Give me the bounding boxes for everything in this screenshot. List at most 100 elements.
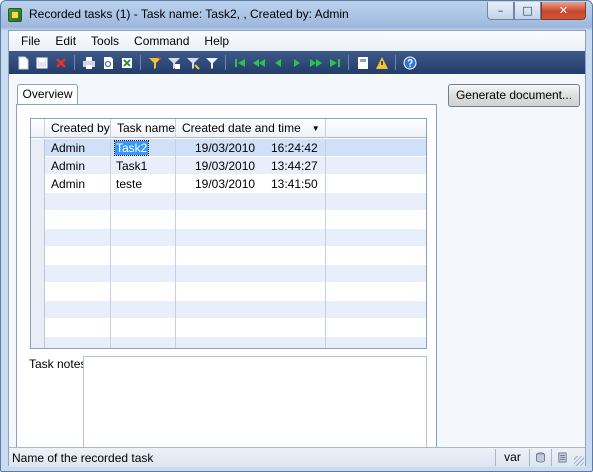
print-icon[interactable] [80,54,97,71]
filter-by-grid-icon[interactable] [165,54,182,71]
empty-cell[interactable] [45,283,111,301]
minimize-button[interactable]: – [487,2,514,20]
empty-cell[interactable] [111,211,176,229]
row-selector[interactable] [31,175,45,193]
cell-task-name[interactable]: Task2 [111,139,176,157]
table-row[interactable]: Admin teste 19/03/2010 13:41:50 [31,175,426,193]
column-header-created-by[interactable]: Created by [45,119,111,138]
empty-cell[interactable] [176,265,326,283]
cell-created-date[interactable]: 19/03/2010 16:24:42 [176,139,326,157]
menu-command[interactable]: Command [127,32,196,50]
menu-help[interactable]: Help [197,32,236,50]
row-selector[interactable] [31,283,45,301]
empty-cell[interactable] [111,301,176,319]
empty-row[interactable] [31,247,426,265]
first-record-icon[interactable] [231,54,248,71]
menu-file[interactable]: File [14,32,47,50]
empty-cell[interactable] [45,265,111,283]
empty-cell[interactable] [176,283,326,301]
advanced-filter-icon[interactable] [184,54,201,71]
row-selector[interactable] [31,265,45,283]
previous-record-icon[interactable] [269,54,286,71]
close-button[interactable]: ✕ [541,2,586,20]
cell-created-date[interactable]: 19/03/2010 13:44:27 [176,157,326,175]
table-row[interactable]: Admin Task1 19/03/2010 13:44:27 [31,157,426,175]
server-icon[interactable] [551,449,573,466]
empty-row[interactable] [31,265,426,283]
empty-cell[interactable] [176,193,326,211]
cell-created-by[interactable]: Admin [45,139,111,157]
tasks-grid[interactable]: Created by Task name Created date and ti… [30,118,427,349]
export-excel-icon[interactable] [118,54,135,71]
row-selector[interactable] [31,319,45,337]
generate-document-button[interactable]: Generate document... [448,84,580,107]
cell-created-by[interactable]: Admin [45,175,111,193]
save-icon[interactable] [33,54,50,71]
empty-cell[interactable] [111,265,176,283]
empty-cell[interactable] [176,211,326,229]
empty-cell[interactable] [111,229,176,247]
previous-page-icon[interactable] [250,54,267,71]
empty-cell[interactable] [176,247,326,265]
empty-cell[interactable] [45,319,111,337]
new-icon[interactable] [14,54,31,71]
empty-cell[interactable] [45,193,111,211]
empty-cell[interactable] [45,211,111,229]
empty-cell[interactable] [45,337,111,348]
empty-cell[interactable] [45,247,111,265]
help-icon[interactable] [401,54,418,71]
row-selector[interactable] [31,139,45,157]
table-row[interactable]: Admin Task2 19/03/2010 16:24:42 [31,139,426,157]
row-selector[interactable] [31,157,45,175]
database-icon[interactable] [529,449,551,466]
alert-icon[interactable] [373,54,390,71]
maximize-button[interactable]: □ [514,2,541,20]
resize-grip[interactable] [574,456,584,466]
remove-filter-icon[interactable] [203,54,220,71]
empty-cell[interactable] [111,337,176,348]
row-selector[interactable] [31,229,45,247]
empty-row[interactable] [31,229,426,247]
column-header-created-date[interactable]: Created date and time ▼ [176,119,326,138]
filter-by-selection-icon[interactable] [146,54,163,71]
empty-cell[interactable] [111,193,176,211]
row-selector[interactable] [31,247,45,265]
empty-cell[interactable] [45,229,111,247]
menu-tools[interactable]: Tools [84,32,126,50]
company-indicator[interactable]: var [495,449,529,466]
row-selector[interactable] [31,337,45,348]
empty-row[interactable] [31,283,426,301]
empty-row[interactable] [31,193,426,211]
empty-row[interactable] [31,337,426,348]
empty-cell[interactable] [176,319,326,337]
row-selector[interactable] [31,211,45,229]
column-header-task-name[interactable]: Task name [111,119,176,138]
delete-icon[interactable] [52,54,69,71]
cell-created-date[interactable]: 19/03/2010 13:41:50 [176,175,326,193]
empty-cell[interactable] [111,283,176,301]
row-selector-header[interactable] [31,119,45,138]
empty-cell[interactable] [176,301,326,319]
empty-cell[interactable] [176,229,326,247]
next-page-icon[interactable] [307,54,324,71]
row-selector[interactable] [31,193,45,211]
last-record-icon[interactable] [326,54,343,71]
empty-cell[interactable] [111,319,176,337]
cell-task-name[interactable]: teste [111,175,176,193]
empty-cell[interactable] [45,301,111,319]
empty-cell[interactable] [176,337,326,348]
empty-row[interactable] [31,301,426,319]
cell-created-by[interactable]: Admin [45,157,111,175]
empty-row[interactable] [31,211,426,229]
empty-cell[interactable] [111,247,176,265]
title-bar[interactable]: Recorded tasks (1) - Task name: Task2, ,… [1,1,592,29]
task-notes-field[interactable] [83,356,427,454]
menu-edit[interactable]: Edit [48,32,83,50]
empty-row[interactable] [31,319,426,337]
tab-overview[interactable]: Overview [17,84,78,104]
document-handling-icon[interactable] [354,54,371,71]
cell-task-name[interactable]: Task1 [111,157,176,175]
row-selector[interactable] [31,301,45,319]
next-record-icon[interactable] [288,54,305,71]
print-preview-icon[interactable] [99,54,116,71]
